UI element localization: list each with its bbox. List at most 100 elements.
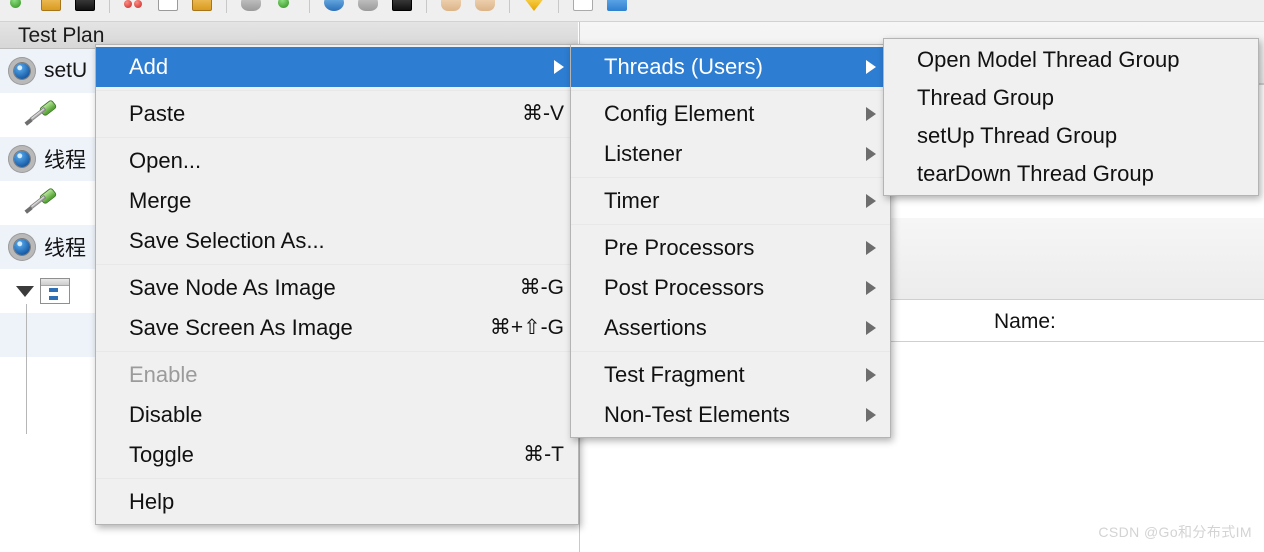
menu-item-label: Toggle: [129, 442, 194, 467]
menu-item-label: Merge: [129, 188, 192, 213]
open-folder-icon[interactable]: [38, 0, 64, 16]
menu-item-label: Listener: [604, 141, 683, 166]
menu-item-label: Config Element: [604, 101, 755, 126]
menu-item-enable: Enable: [96, 355, 578, 395]
chevron-right-icon: [866, 321, 876, 335]
menu-item-merge[interactable]: Merge: [96, 181, 578, 221]
menu-item-label: Enable: [129, 362, 198, 387]
menu-item-label: Help: [129, 489, 175, 514]
chevron-right-icon: [866, 107, 876, 121]
menu-item-assertions[interactable]: Assertions: [571, 308, 890, 348]
menu-item-teardown-thread-group[interactable]: tearDown Thread Group: [884, 155, 1258, 193]
list-item: setU: [44, 59, 88, 82]
menu-item-test-fragment[interactable]: Test Fragment: [571, 355, 890, 395]
list-item: 线程: [44, 149, 86, 172]
menu-item-shortcut: ⌘-V: [522, 102, 564, 125]
menu-item-setup-thread-group[interactable]: setUp Thread Group: [884, 117, 1258, 155]
menu-item-disable[interactable]: Disable: [96, 395, 578, 435]
menu-item-label: Save Selection As...: [129, 228, 325, 253]
menu-separator: [96, 137, 578, 138]
menu-item-save-node-as-image[interactable]: Save Node As Image ⌘-G: [96, 268, 578, 308]
menu-item-label: Open...: [129, 148, 202, 173]
menu-item-label: Assertions: [604, 315, 707, 340]
menu-separator: [96, 478, 578, 479]
menu-item-open[interactable]: Open...: [96, 141, 578, 181]
tree-context-menu[interactable]: Add Paste ⌘-V Open... Merge Save Selecti…: [95, 44, 579, 525]
menu-item-pre-processors[interactable]: Pre Processors: [571, 228, 890, 268]
menu-item-label: Thread Group: [917, 85, 1054, 110]
add-submenu[interactable]: Threads (Users) Config Element Listener …: [570, 44, 891, 438]
start-no-pause-icon[interactable]: [355, 0, 381, 16]
toolbar-separator: [509, 0, 510, 13]
name-label: Name:: [994, 310, 1056, 333]
gear-icon: [6, 55, 38, 87]
menu-item-label: Timer: [604, 188, 660, 213]
undo-icon[interactable]: [238, 0, 264, 16]
menu-item-label: Save Screen As Image: [129, 315, 353, 340]
menu-item-listener[interactable]: Listener: [571, 134, 890, 174]
toolbar: [0, 0, 1264, 22]
menu-item-shortcut: ⌘+⇧-G: [489, 316, 564, 339]
chevron-down-icon[interactable]: [14, 285, 36, 297]
toolbar-separator: [109, 0, 110, 13]
menu-separator: [96, 264, 578, 265]
menu-item-config-element[interactable]: Config Element: [571, 94, 890, 134]
menu-item-label: Save Node As Image: [129, 275, 336, 300]
menu-item-shortcut: ⌘-G: [519, 276, 564, 299]
menu-item-save-selection-as[interactable]: Save Selection As...: [96, 221, 578, 261]
chevron-right-icon: [554, 60, 564, 74]
menu-item-threads-users[interactable]: Threads (Users): [571, 47, 890, 87]
search-icon[interactable]: [521, 0, 547, 16]
redo-icon[interactable]: [272, 0, 298, 16]
jmeter-window: Test Plan setU 线程 线程 Name: CSDN @Go和分布式I…: [0, 0, 1264, 552]
toolbar-separator: [426, 0, 427, 13]
menu-item-label: Add: [129, 54, 169, 79]
function-helper-icon[interactable]: [570, 0, 596, 16]
menu-item-shortcut: ⌘-T: [523, 443, 564, 466]
watermark: CSDN @Go和分布式IM: [1098, 524, 1252, 540]
toolbar-icon-strip: [0, 0, 634, 20]
menu-item-label: tearDown Thread Group: [917, 161, 1154, 186]
menu-item-add[interactable]: Add: [96, 47, 578, 87]
menu-separator: [96, 351, 578, 352]
list-item: 线程: [44, 237, 86, 260]
toolbar-separator: [226, 0, 227, 13]
menu-item-non-test-elements[interactable]: Non-Test Elements: [571, 395, 890, 435]
threads-users-submenu[interactable]: Open Model Thread Group Thread Group set…: [883, 38, 1259, 196]
chevron-right-icon: [866, 60, 876, 74]
menu-item-label: Pre Processors: [604, 235, 755, 260]
menu-item-open-model-thread-group[interactable]: Open Model Thread Group: [884, 41, 1258, 79]
save-icon[interactable]: [72, 0, 98, 16]
copy-icon[interactable]: [155, 0, 181, 16]
menu-item-label: Paste: [129, 101, 186, 126]
menu-item-toggle[interactable]: Toggle ⌘-T: [96, 435, 578, 475]
menu-item-label: Post Processors: [604, 275, 765, 300]
chevron-right-icon: [866, 281, 876, 295]
menu-item-label: Open Model Thread Group: [917, 47, 1180, 72]
help-icon[interactable]: [604, 0, 630, 16]
screwdriver-icon: [24, 187, 58, 218]
toolbar-separator: [558, 0, 559, 13]
menu-separator: [571, 224, 890, 225]
menu-item-post-processors[interactable]: Post Processors: [571, 268, 890, 308]
menu-item-help[interactable]: Help: [96, 482, 578, 522]
new-icon[interactable]: [4, 0, 30, 16]
shutdown-icon[interactable]: [438, 0, 464, 16]
clear-icon[interactable]: [472, 0, 498, 16]
chevron-right-icon: [866, 241, 876, 255]
chevron-right-icon: [866, 368, 876, 382]
menu-item-save-screen-as-image[interactable]: Save Screen As Image ⌘+⇧-G: [96, 308, 578, 348]
stop-icon[interactable]: [389, 0, 415, 16]
start-icon[interactable]: [321, 0, 347, 16]
gear-icon: [6, 231, 38, 263]
gear-icon: [6, 143, 38, 175]
menu-separator: [571, 351, 890, 352]
chevron-right-icon: [866, 147, 876, 161]
menu-item-thread-group[interactable]: Thread Group: [884, 79, 1258, 117]
menu-item-paste[interactable]: Paste ⌘-V: [96, 94, 578, 134]
screwdriver-icon: [24, 99, 58, 130]
menu-separator: [571, 90, 890, 91]
menu-item-timer[interactable]: Timer: [571, 181, 890, 221]
paste-icon[interactable]: [189, 0, 215, 16]
cut-icon[interactable]: [121, 0, 147, 16]
